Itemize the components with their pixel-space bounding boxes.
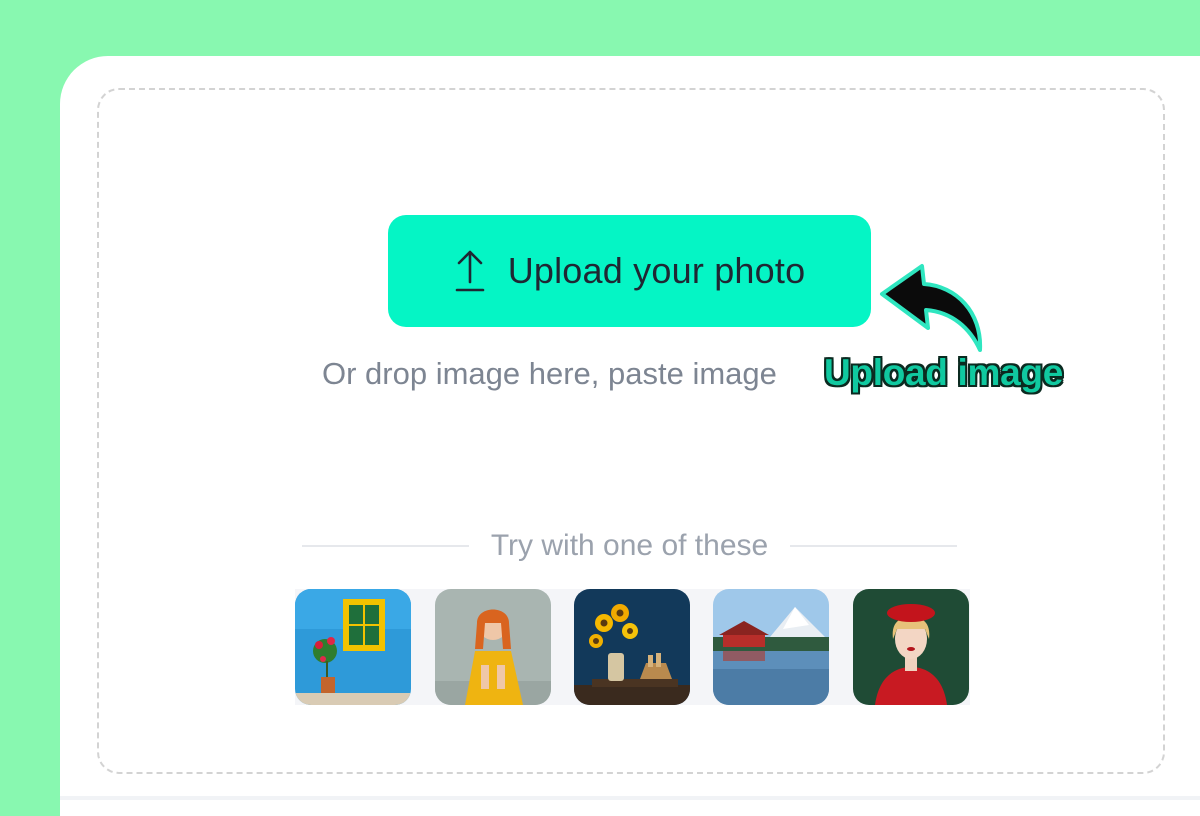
divider-line-right bbox=[790, 545, 958, 547]
samples-heading: Try with one of these bbox=[490, 529, 769, 562]
sample-image-lake-lodge[interactable] bbox=[713, 589, 829, 705]
upload-button-label: Upload your photo bbox=[507, 250, 806, 291]
samples-divider: Try with one of these bbox=[302, 527, 958, 565]
card-bottom-strip bbox=[60, 796, 1200, 800]
upload-photo-button[interactable]: Upload your photo bbox=[388, 215, 871, 327]
drop-hint-text: Or drop image here, paste image bbox=[322, 356, 777, 391]
upload-image-annotation: Upload image bbox=[824, 352, 1063, 393]
sample-images-row bbox=[295, 589, 970, 705]
sample-image-blue-wall[interactable] bbox=[295, 589, 411, 705]
upload-arrow-icon bbox=[454, 248, 486, 294]
curved-arrow-icon bbox=[876, 262, 994, 354]
divider-line-left bbox=[302, 545, 469, 547]
sample-image-girl-yellow[interactable] bbox=[435, 589, 551, 705]
sample-image-red-beret[interactable] bbox=[853, 589, 969, 705]
sample-image-sunflowers[interactable] bbox=[574, 589, 690, 705]
